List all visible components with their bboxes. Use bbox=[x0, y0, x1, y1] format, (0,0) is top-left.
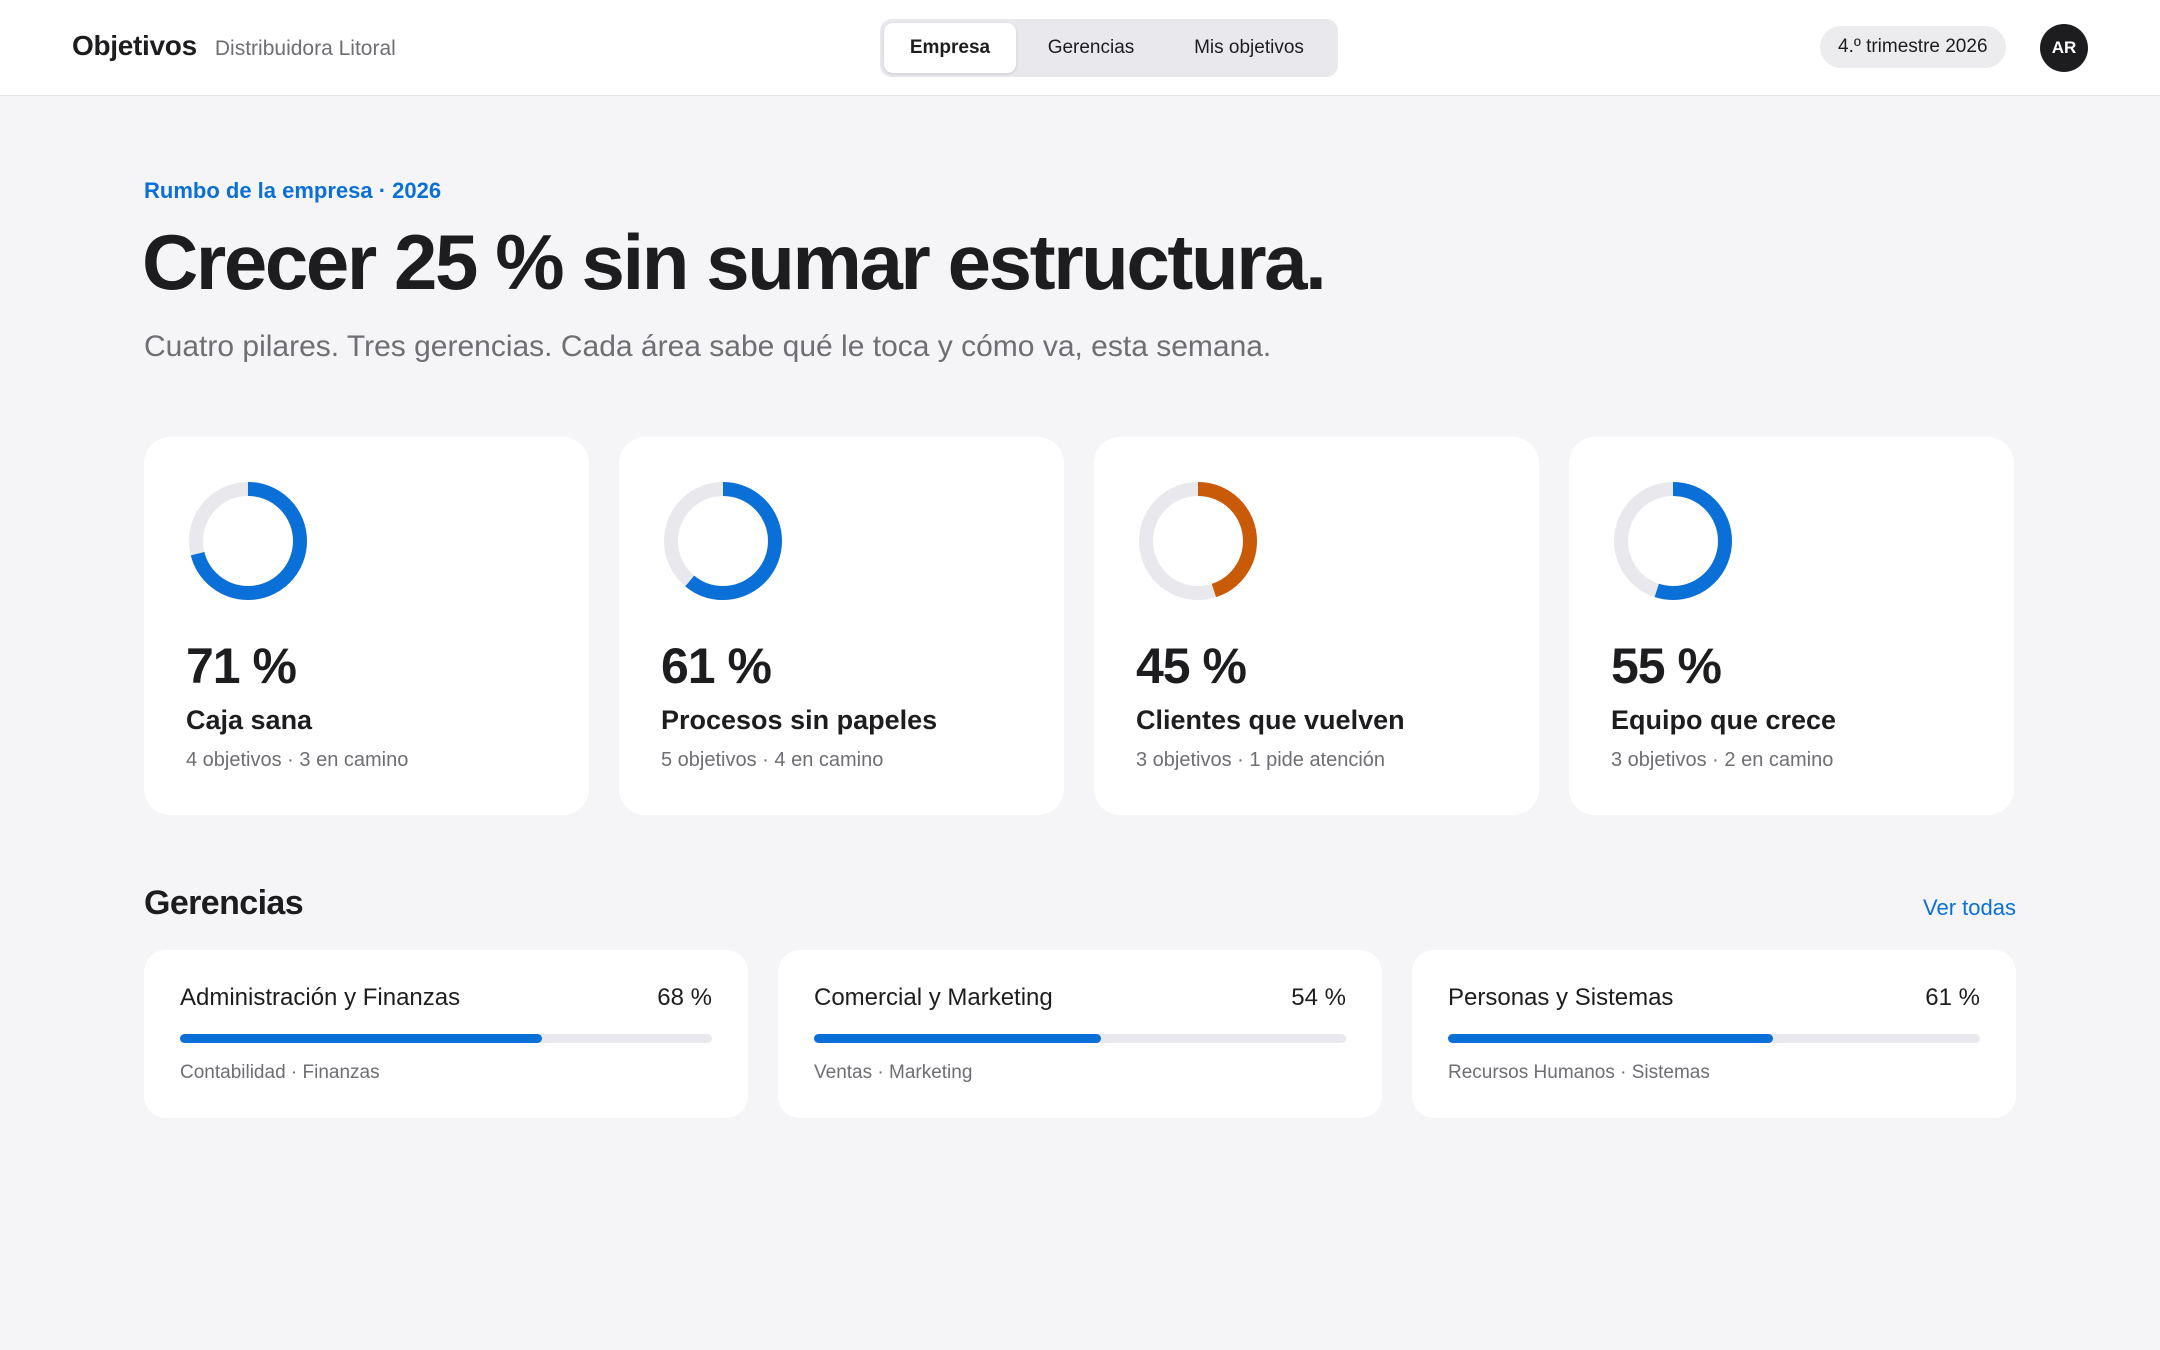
top-bar: Objetivos Distribuidora Litoral Empresa … bbox=[0, 0, 2160, 96]
progress-bar bbox=[1448, 1034, 1980, 1043]
management-percent: 61 % bbox=[1925, 984, 1980, 1011]
view-switcher: Empresa Gerencias Mis objetivos bbox=[880, 19, 1338, 77]
brand: Objetivos Distribuidora Litoral bbox=[72, 30, 396, 62]
section-title-gerencias: Gerencias bbox=[144, 884, 304, 922]
management-card[interactable]: Administración y Finanzas 68 % Contabili… bbox=[144, 950, 748, 1118]
progress-bar-fill bbox=[814, 1034, 1102, 1043]
progress-bar-fill bbox=[1448, 1034, 1773, 1043]
hero-eyebrow: Rumbo de la empresa · 2026 bbox=[144, 178, 442, 203]
pillar-card[interactable]: 71 % Caja sana 4 objetivos · 3 en camino bbox=[144, 437, 589, 815]
progress-bar bbox=[180, 1034, 712, 1043]
management-name: Administración y Finanzas bbox=[180, 984, 461, 1011]
pillar-percent: 61 % bbox=[661, 638, 772, 694]
pillar-meta: 3 objetivos · 2 en camino bbox=[1611, 749, 1834, 771]
pillar-name: Clientes que vuelven bbox=[1136, 705, 1405, 735]
tab-empresa[interactable]: Empresa bbox=[884, 23, 1016, 73]
tab-mis-objetivos[interactable]: Mis objetivos bbox=[1166, 23, 1332, 73]
management-percent: 54 % bbox=[1291, 984, 1346, 1011]
pillar-meta: 5 objetivos · 4 en camino bbox=[661, 749, 884, 771]
pillar-meta: 4 objetivos · 3 en camino bbox=[186, 749, 409, 771]
period-selector[interactable]: 4.º trimestre 2026 bbox=[1820, 26, 2006, 68]
pillar-name: Procesos sin papeles bbox=[661, 705, 938, 735]
company-name: Distribuidora Litoral bbox=[214, 37, 396, 60]
pillar-percent: 71 % bbox=[186, 638, 297, 694]
pillar-card[interactable]: 61 % Procesos sin papeles 5 objetivos · … bbox=[619, 437, 1064, 815]
user-avatar[interactable]: AR bbox=[2040, 24, 2088, 72]
management-percent: 68 % bbox=[657, 984, 712, 1011]
management-units: Ventas · Marketing bbox=[814, 1062, 973, 1083]
pillar-percent: 55 % bbox=[1611, 638, 1722, 694]
progress-bar bbox=[814, 1034, 1346, 1043]
pillar-card[interactable]: 55 % Equipo que crece 3 objetivos · 2 en… bbox=[1569, 437, 2014, 815]
management-card[interactable]: Personas y Sistemas 61 % Recursos Humano… bbox=[1412, 950, 2016, 1118]
pillar-card[interactable]: 45 % Clientes que vuelven 3 objetivos · … bbox=[1094, 437, 1539, 815]
page-subtitle: Cuatro pilares. Tres gerencias. Cada áre… bbox=[144, 330, 1272, 363]
management-name: Personas y Sistemas bbox=[1448, 984, 1674, 1011]
management-card[interactable]: Comercial y Marketing 54 % Ventas · Mark… bbox=[778, 950, 1382, 1118]
view-all-link[interactable]: Ver todas bbox=[1923, 895, 2016, 921]
management-units: Recursos Humanos · Sistemas bbox=[1448, 1062, 1710, 1083]
managements-list: Administración y Finanzas 68 % Contabili… bbox=[144, 950, 2016, 1118]
app-title: Objetivos bbox=[72, 30, 197, 61]
management-name: Comercial y Marketing bbox=[814, 984, 1053, 1011]
pillars-grid: 71 % Caja sana 4 objetivos · 3 en camino… bbox=[144, 437, 2014, 815]
progress-bar-fill bbox=[180, 1034, 542, 1043]
pillar-name: Caja sana bbox=[186, 705, 313, 735]
page-title: Crecer 25 % sin sumar estructura. bbox=[142, 218, 1327, 306]
progress-ring-icon bbox=[1614, 482, 1732, 600]
pillar-meta: 3 objetivos · 1 pide atención bbox=[1136, 749, 1386, 771]
progress-ring-icon bbox=[189, 482, 307, 600]
pillar-percent: 45 % bbox=[1136, 638, 1247, 694]
tab-gerencias[interactable]: Gerencias bbox=[1020, 23, 1162, 73]
progress-ring-icon bbox=[1139, 482, 1257, 600]
management-units: Contabilidad · Finanzas bbox=[180, 1062, 380, 1083]
pillar-name: Equipo que crece bbox=[1611, 705, 1837, 735]
progress-ring-icon bbox=[664, 482, 782, 600]
